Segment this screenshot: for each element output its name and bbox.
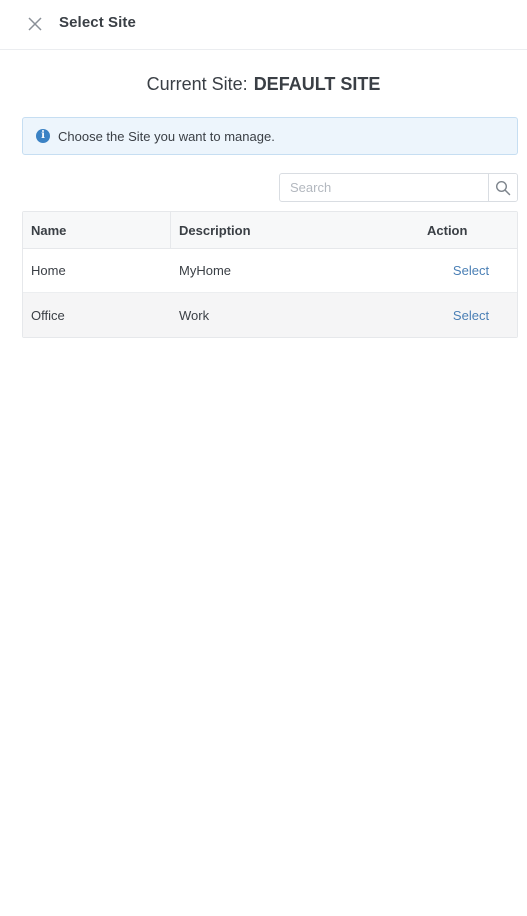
info-banner: i Choose the Site you want to manage. xyxy=(22,117,518,155)
site-name-cell: Office xyxy=(31,307,65,323)
column-header-action: Action xyxy=(427,222,468,238)
info-icon: i xyxy=(36,129,50,143)
dialog-header: Select Site xyxy=(0,0,527,50)
current-site-heading: Current Site: DEFAULT SITE xyxy=(0,74,527,95)
sites-table: Name Description Action Home MyHome Sele… xyxy=(22,211,518,338)
current-site-value: DEFAULT SITE xyxy=(253,74,381,94)
column-header-name[interactable]: Name xyxy=(23,212,171,248)
site-description-cell: Work xyxy=(179,307,210,323)
site-name-cell: Home xyxy=(31,263,66,278)
table-row: Office Work Select xyxy=(23,293,517,337)
column-header-description[interactable]: Description xyxy=(171,223,425,238)
info-banner-text: Choose the Site you want to manage. xyxy=(58,128,275,144)
select-site-link-office[interactable]: Select xyxy=(453,308,489,323)
search-icon xyxy=(495,180,511,195)
search-button[interactable] xyxy=(488,174,517,201)
current-site-label: Current Site: xyxy=(146,74,248,94)
search-box xyxy=(279,173,518,202)
close-button[interactable] xyxy=(26,15,44,33)
search-input[interactable] xyxy=(280,174,488,201)
table-row: Home MyHome Select xyxy=(23,249,517,293)
table-header-row: Name Description Action xyxy=(23,212,517,249)
select-site-link-home[interactable]: Select xyxy=(453,263,489,278)
dialog-title: Select Site xyxy=(59,14,136,31)
site-description-cell: MyHome xyxy=(179,263,232,278)
close-icon xyxy=(28,17,42,31)
